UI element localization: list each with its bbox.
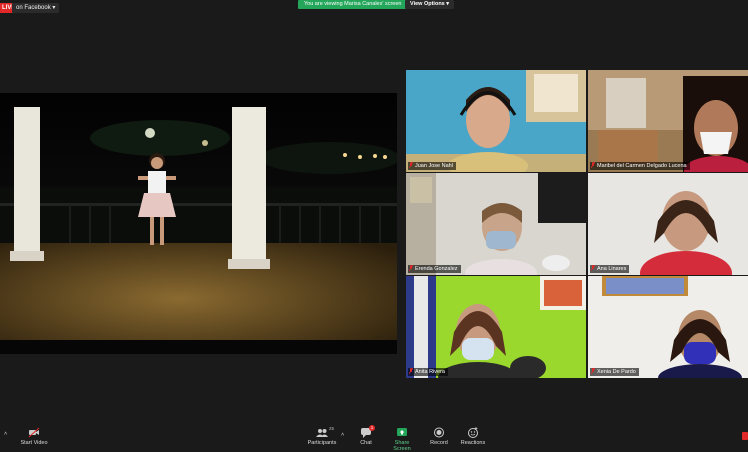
participants-options-chevron[interactable]: ˄	[341, 432, 344, 438]
chat-badge: 1	[369, 425, 375, 431]
viewing-screen-banner: You are viewing Marisa Canales' screen	[298, 0, 408, 9]
top-bar: LIVE on Facebook ▾ You are viewing Maris…	[0, 0, 748, 14]
participant-tile[interactable]: Anita Rivera	[406, 276, 586, 378]
share-screen-icon	[396, 427, 408, 438]
shared-screen-video	[0, 93, 397, 354]
participant-tile[interactable]: Xenia De Pardo	[588, 276, 748, 378]
participant-video	[588, 70, 748, 172]
participant-tile[interactable]: Maribel del Carmen Delgado Lucena	[588, 70, 748, 172]
meeting-toolbar: ˄ Start Video 25 Participants ˄ 1 Chat S…	[0, 424, 748, 452]
mic-muted-icon	[591, 161, 595, 168]
shared-screen	[0, 93, 397, 354]
start-video-button[interactable]: Start Video	[20, 427, 48, 446]
chevron-down-icon: ▾	[446, 1, 450, 7]
participants-icon: 25	[316, 426, 334, 438]
mic-muted-icon	[409, 264, 413, 271]
share-screen-button[interactable]: Share Screen	[386, 427, 418, 452]
mic-muted-icon	[409, 161, 413, 168]
mic-muted-icon	[591, 264, 595, 271]
chevron-down-icon: ▾	[52, 5, 56, 11]
audio-options-chevron[interactable]: ˄	[4, 431, 7, 437]
participant-video	[406, 276, 586, 378]
chevron-up-icon: ˄	[341, 432, 345, 438]
participant-video	[588, 276, 748, 378]
participant-tile[interactable]: Erenda Gonzalez	[406, 173, 586, 275]
participant-name-label: Maribel del Carmen Delgado Lucena	[590, 161, 690, 170]
view-options-button[interactable]: View Options ▾	[405, 0, 455, 9]
participant-name-label: Erenda Gonzalez	[408, 264, 461, 273]
participant-video	[406, 70, 586, 172]
live-platform-dropdown[interactable]: on Facebook ▾	[12, 3, 60, 13]
chat-icon: 1	[360, 425, 375, 438]
participant-tile[interactable]: Juan Jose Nahl	[406, 70, 586, 172]
reactions-button[interactable]: Reactions	[460, 427, 486, 446]
participant-video	[588, 173, 748, 275]
participant-name-label: Ana Linares	[590, 264, 630, 273]
participants-count: 25	[329, 426, 335, 431]
participant-name-label: Anita Rivera	[408, 367, 448, 376]
participants-button[interactable]: 25 Participants	[306, 426, 338, 446]
record-icon	[433, 427, 445, 438]
end-meeting-button[interactable]	[742, 432, 748, 440]
mic-muted-icon	[591, 367, 595, 374]
participant-name-label: Juan Jose Nahl	[408, 161, 456, 170]
record-button[interactable]: Record	[429, 427, 449, 446]
chevron-up-icon: ˄	[4, 431, 8, 437]
participant-name-label: Xenia De Pardo	[590, 367, 639, 376]
chat-button[interactable]: 1 Chat	[356, 425, 376, 446]
participant-tile[interactable]: Ana Linares	[588, 173, 748, 275]
reactions-icon	[467, 427, 479, 438]
mic-muted-icon	[409, 367, 413, 374]
participant-video	[406, 173, 586, 275]
video-off-icon	[28, 427, 40, 438]
